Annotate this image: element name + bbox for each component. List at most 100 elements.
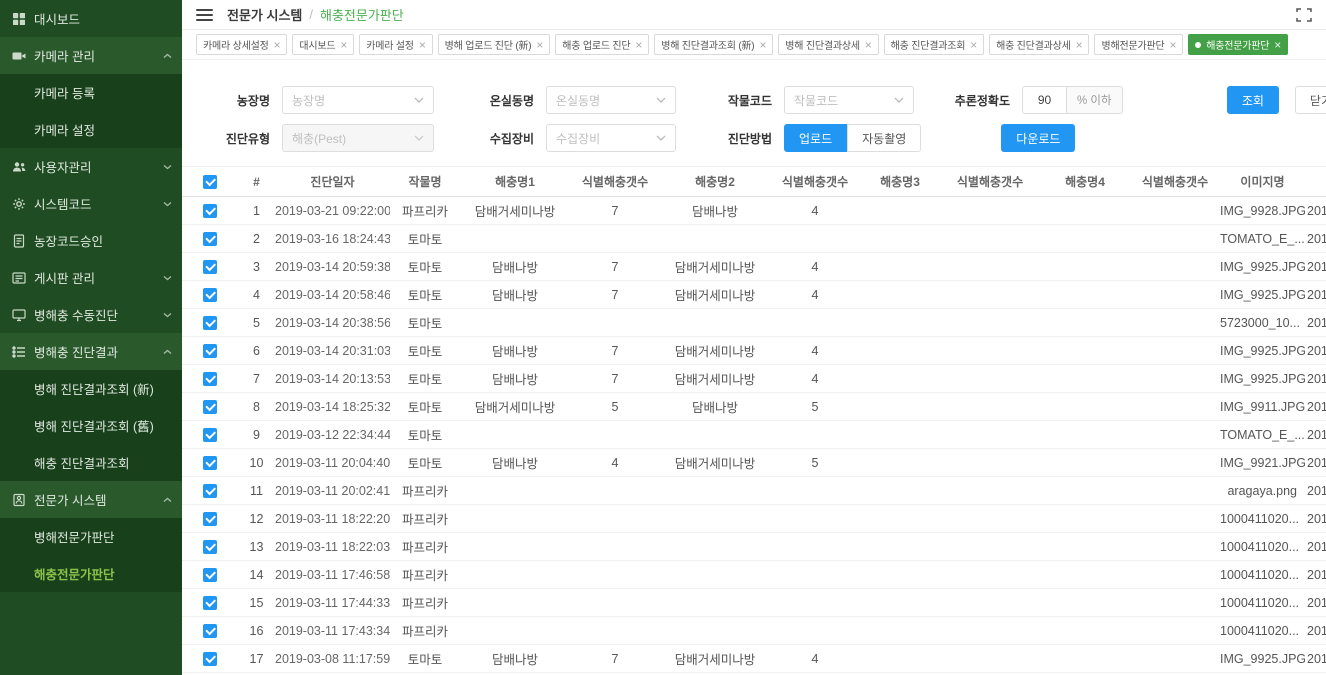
search-button[interactable]: 조회 <box>1227 86 1279 114</box>
sidebar-item-pest-results[interactable]: 해충 진단결과조회 <box>0 444 182 481</box>
tab-dashboard[interactable]: 대시보드× <box>292 34 354 55</box>
tab-disease-expert-judgment[interactable]: 병해전문가판단× <box>1094 34 1183 55</box>
tab-pest-result-detail[interactable]: 해충 진단결과상세× <box>989 34 1089 55</box>
tab-close-icon[interactable]: × <box>536 39 543 51</box>
tab-disease-result-detail[interactable]: 병해 진단결과상세× <box>778 34 878 55</box>
crop-name: 파프리카 <box>390 505 460 533</box>
close-button[interactable]: 닫기 <box>1295 86 1326 114</box>
hamburger-menu-icon[interactable] <box>196 6 213 24</box>
fullscreen-icon[interactable] <box>1296 8 1312 22</box>
select-all-checkbox[interactable] <box>203 175 217 189</box>
tab-camera-settings[interactable]: 카메라 설정× <box>359 34 432 55</box>
tab-close-icon[interactable]: × <box>340 39 347 51</box>
sidebar-item-label: 해충 진단결과조회 <box>12 453 129 472</box>
pest-count-2: 4 <box>770 645 860 673</box>
sidebar-item-disease-expert-judgment[interactable]: 병해전문가판단 <box>0 518 182 555</box>
device-select[interactable]: 수집장비 <box>546 124 676 152</box>
diagnosis-results-icon <box>12 345 26 359</box>
sidebar-item-camera-management[interactable]: 카메라 관리 <box>0 37 182 74</box>
row-checkbox[interactable] <box>203 456 217 470</box>
greenhouse-select[interactable]: 온실동명 <box>546 86 676 114</box>
sidebar-item-dashboard[interactable]: 대시보드 <box>0 0 182 37</box>
row-checkbox[interactable] <box>203 260 217 274</box>
trailing-cell: 2019 <box>1305 505 1326 533</box>
tab-label: 해충 진단결과조회 <box>891 37 966 52</box>
pest-name-4 <box>1040 533 1130 561</box>
row-checkbox[interactable] <box>203 316 217 330</box>
sidebar-item-camera-register[interactable]: 카메라 등록 <box>0 74 182 111</box>
tab-close-icon[interactable]: × <box>865 39 872 51</box>
row-checkbox[interactable] <box>203 400 217 414</box>
tab-close-icon[interactable]: × <box>1169 39 1176 51</box>
trailing-cell: 2019 <box>1305 561 1326 589</box>
sidebar-item-camera-settings[interactable]: 카메라 설정 <box>0 111 182 148</box>
trailing-cell: 2018 <box>1305 393 1326 421</box>
pest-count-1 <box>570 589 660 617</box>
pest-count-3 <box>940 505 1040 533</box>
crop-name: 파프리카 <box>390 617 460 645</box>
crop-code-select[interactable]: 작물코드 <box>784 86 914 114</box>
method-auto-button[interactable]: 자동촬영 <box>847 124 921 152</box>
crop-name: 파프리카 <box>390 589 460 617</box>
row-checkbox[interactable] <box>203 372 217 386</box>
pest-count-2 <box>770 309 860 337</box>
sidebar-item-label: 병해충 진단결과 <box>34 342 118 361</box>
pest-count-2: 5 <box>770 393 860 421</box>
pest-count-4 <box>1130 449 1220 477</box>
pest-count-4 <box>1130 505 1220 533</box>
tab-disease-results-new[interactable]: 병해 진단결과조회 (新)× <box>654 34 773 55</box>
row-checkbox[interactable] <box>203 568 217 582</box>
sidebar-item-user-management[interactable]: 사용자관리 <box>0 148 182 185</box>
sidebar-item-disease-results-new[interactable]: 병해 진단결과조회 (新) <box>0 370 182 407</box>
sidebar-item-board-management[interactable]: 게시판 관리 <box>0 259 182 296</box>
row-checkbox[interactable] <box>203 428 217 442</box>
pest-count-4 <box>1130 225 1220 253</box>
row-checkbox[interactable] <box>203 652 217 666</box>
method-upload-button[interactable]: 업로드 <box>784 124 847 152</box>
pest-name-1 <box>460 309 570 337</box>
sidebar-item-expert-system[interactable]: 전문가 시스템 <box>0 481 182 518</box>
sidebar-item-farm-code-approval[interactable]: 농장코드승인 <box>0 222 182 259</box>
tab-pest-upload-diagnosis[interactable]: 해충 업로드 진단× <box>555 34 649 55</box>
row-number: 6 <box>238 337 275 365</box>
diagnosis-type-select[interactable]: 해충(Pest) <box>282 124 434 152</box>
board-icon <box>12 271 26 285</box>
row-checkbox[interactable] <box>203 512 217 526</box>
pest-count-1: 7 <box>570 645 660 673</box>
image-name: IMG_9925.JPG <box>1220 253 1305 281</box>
tab-pest-expert-judgment[interactable]: 해충전문가판단× <box>1188 34 1288 55</box>
tab-close-icon[interactable]: × <box>635 39 642 51</box>
sidebar-item-disease-results-old[interactable]: 병해 진단결과조회 (舊) <box>0 407 182 444</box>
row-checkbox[interactable] <box>203 624 217 638</box>
tab-camera-detail-settings[interactable]: 카메라 상세설정× <box>196 34 287 55</box>
sidebar-item-system-code[interactable]: 시스템코드 <box>0 185 182 222</box>
trailing-cell: 2018 <box>1305 337 1326 365</box>
row-checkbox[interactable] <box>203 540 217 554</box>
chevron-down-icon <box>894 97 904 103</box>
tab-pest-results[interactable]: 해충 진단결과조회 × <box>884 34 984 55</box>
table-row: 92019-03-12 22:34:44토마토TOMATO_E_...2019 <box>182 421 1326 449</box>
sidebar-item-pest-manual-diagnosis[interactable]: 병해충 수동진단 <box>0 296 182 333</box>
tab-close-icon[interactable]: × <box>419 39 426 51</box>
pest-count-4 <box>1130 645 1220 673</box>
row-checkbox[interactable] <box>203 484 217 498</box>
download-button[interactable]: 다운로드 <box>1001 124 1075 152</box>
row-checkbox[interactable] <box>203 288 217 302</box>
tab-close-icon[interactable]: × <box>970 39 977 51</box>
tab-disease-upload-diagnosis-new[interactable]: 병해 업로드 진단 (新)× <box>438 34 551 55</box>
pest-name-3 <box>860 617 940 645</box>
tab-close-icon[interactable]: × <box>1076 39 1083 51</box>
sidebar-item-pest-diagnosis-results[interactable]: 병해충 진단결과 <box>0 333 182 370</box>
tab-close-icon[interactable]: × <box>759 39 766 51</box>
sidebar-item-pest-expert-judgment[interactable]: 해충전문가판단 <box>0 555 182 592</box>
farm-name-select[interactable]: 농장명 <box>282 86 434 114</box>
row-checkbox[interactable] <box>203 596 217 610</box>
image-name: TOMATO_E_... <box>1220 225 1305 253</box>
tab-close-icon[interactable]: × <box>274 39 281 51</box>
accuracy-input[interactable] <box>1022 86 1067 114</box>
row-checkbox[interactable] <box>203 204 217 218</box>
row-checkbox[interactable] <box>203 344 217 358</box>
tab-close-icon[interactable]: × <box>1274 39 1281 51</box>
row-checkbox[interactable] <box>203 232 217 246</box>
pest-name-4 <box>1040 561 1130 589</box>
